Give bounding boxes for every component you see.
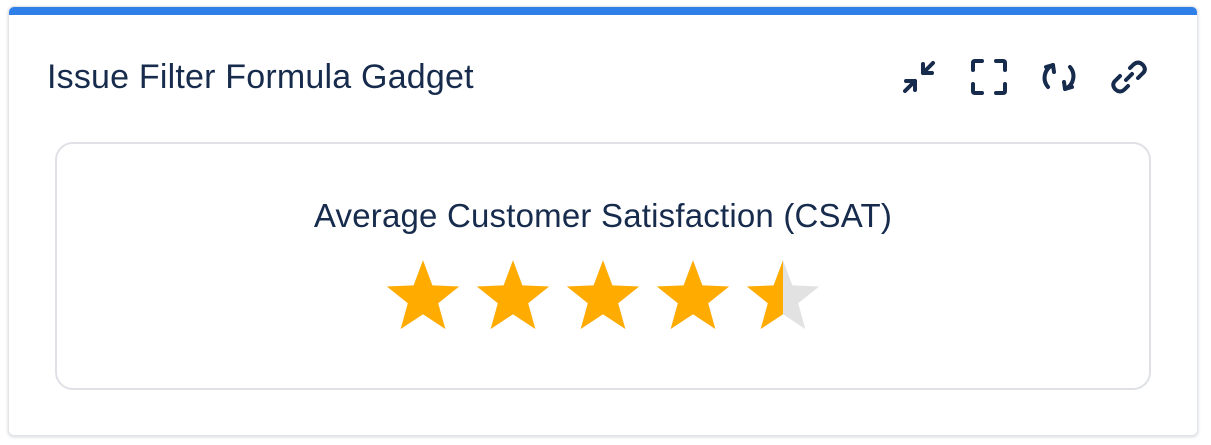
minimize-icon [903, 61, 935, 93]
star-full-icon [476, 260, 550, 330]
star-full-icon [566, 260, 640, 330]
refresh-icon [1042, 63, 1076, 91]
star-half-icon [746, 260, 820, 330]
link-button[interactable] [1108, 56, 1150, 98]
gadget-title: Issue Filter Formula Gadget [47, 58, 474, 96]
fullscreen-button[interactable] [968, 56, 1010, 98]
star-full-icon [656, 260, 730, 330]
link-icon [1111, 60, 1147, 94]
gadget-toolbar [898, 56, 1150, 98]
minimize-button[interactable] [898, 56, 940, 98]
csat-card: Average Customer Satisfaction (CSAT) [55, 142, 1151, 390]
gadget-panel: Issue Filter Formula Gadget Average Cust… [8, 6, 1198, 436]
refresh-button[interactable] [1038, 56, 1080, 98]
star-full-icon [386, 260, 460, 330]
fullscreen-icon [971, 59, 1007, 95]
metric-title: Average Customer Satisfaction (CSAT) [313, 197, 893, 234]
gadget-accent-bar [9, 7, 1197, 15]
star-rating [57, 258, 1149, 334]
